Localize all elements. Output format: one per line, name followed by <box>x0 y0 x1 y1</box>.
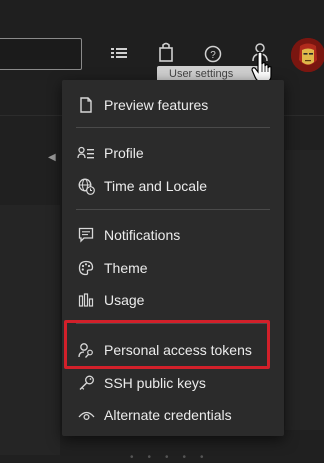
search-input[interactable] <box>0 38 82 70</box>
chevron-left-icon: ◀ <box>48 152 56 163</box>
menu-item-preview-features[interactable]: Preview features <box>62 90 284 120</box>
menu-item-label: Notifications <box>104 227 181 243</box>
backdrop-panel <box>0 205 60 455</box>
menu-item-ssh-public-keys[interactable]: SSH public keys <box>62 368 284 398</box>
menu-item-label: Preview features <box>104 97 209 113</box>
backdrop-panel-right <box>285 150 324 430</box>
hand-cursor-icon <box>250 50 276 84</box>
help-icon[interactable]: ? <box>203 44 223 64</box>
menu-item-label: Profile <box>104 145 144 161</box>
key-icon <box>77 374 95 392</box>
chat-bubble-icon <box>77 226 95 244</box>
highlight-box <box>64 320 270 369</box>
menu-item-usage[interactable]: Usage <box>62 285 284 315</box>
list-icon[interactable] <box>109 44 129 64</box>
menu-item-label: Time and Locale <box>104 178 207 194</box>
shopping-bag-icon[interactable] <box>156 42 176 62</box>
menu-item-label: SSH public keys <box>104 375 206 391</box>
profile-card-icon <box>77 144 95 162</box>
backdrop-dots: ••••• <box>130 452 218 463</box>
top-bar: ? User settings <box>0 0 324 83</box>
menu-item-label: Usage <box>104 292 145 308</box>
menu-separator <box>76 209 270 210</box>
eye-icon <box>77 406 95 424</box>
palette-icon <box>77 259 95 277</box>
menu-item-notifications[interactable]: Notifications <box>62 220 284 250</box>
avatar[interactable] <box>291 38 324 72</box>
menu-item-label: Theme <box>104 260 148 276</box>
document-icon <box>77 96 95 114</box>
menu-item-time-and-locale[interactable]: Time and Locale <box>62 171 284 201</box>
bar-chart-icon <box>77 291 95 309</box>
user-settings-menu: Preview features Profile Time and Locale… <box>62 80 284 436</box>
menu-separator <box>76 127 270 128</box>
svg-text:?: ? <box>210 50 216 61</box>
menu-item-alternate-credentials[interactable]: Alternate credentials <box>62 400 284 430</box>
menu-item-profile[interactable]: Profile <box>62 138 284 168</box>
globe-clock-icon <box>77 177 95 195</box>
menu-item-theme[interactable]: Theme <box>62 253 284 283</box>
menu-item-label: Alternate credentials <box>104 407 232 423</box>
